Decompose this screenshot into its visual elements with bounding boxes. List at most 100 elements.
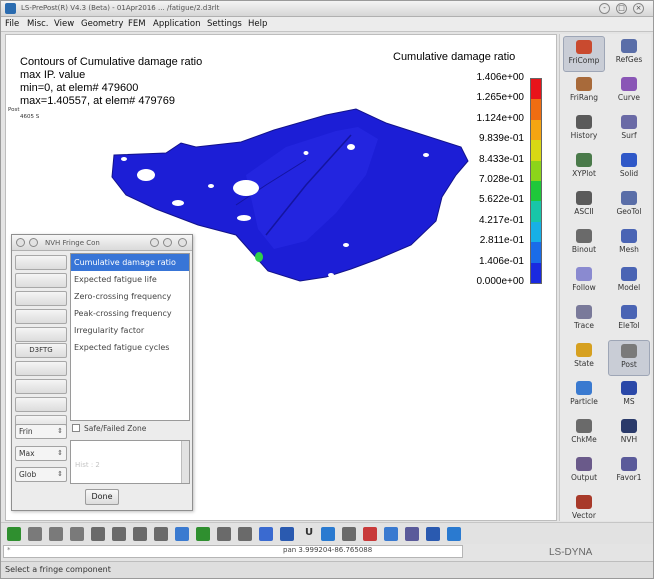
list-item[interactable]: Expected fatigue cycles — [71, 339, 189, 356]
legend-values: 1.406e+00 1.265e+00 1.124e+00 9.839e-01 … — [438, 72, 524, 297]
tool-button-label: RefGes — [615, 55, 643, 64]
tool-button-label: Mesh — [619, 245, 639, 254]
toolbar-tool-icon[interactable] — [175, 527, 189, 541]
glob-select[interactable]: Glob ⇕ — [15, 467, 67, 482]
menu-application[interactable]: Application — [153, 19, 201, 29]
tool-button-ascii[interactable]: ASCII — [563, 188, 605, 224]
toolbar-tool-icon[interactable] — [363, 527, 377, 541]
toolbar-tool-icon[interactable] — [384, 527, 398, 541]
fringe-component-list[interactable]: Cumulative damage ratio Expected fatigue… — [70, 253, 190, 421]
tool-button-frirang[interactable]: FriRang — [563, 74, 605, 110]
tool-button-output[interactable]: Output — [563, 454, 605, 490]
list-item[interactable]: Irregularity factor — [71, 322, 189, 339]
toolbar-tool-icon[interactable] — [196, 527, 210, 541]
toolbar-tool-icon[interactable] — [49, 527, 63, 541]
tool-button-solid[interactable]: Solid — [608, 150, 650, 186]
tool-button-label: History — [570, 131, 598, 140]
menu-view[interactable]: View — [54, 19, 74, 29]
tool-button-surf[interactable]: Surf — [608, 112, 650, 148]
dialog-close-icon[interactable] — [178, 238, 187, 247]
history-textarea[interactable]: Hist : 2 — [70, 440, 190, 484]
tool-button-refges[interactable]: RefGes — [608, 36, 650, 72]
toolbar-u-label[interactable]: U — [305, 527, 313, 538]
tool-button-follow[interactable]: Follow — [563, 264, 605, 300]
ms-icon — [621, 381, 637, 395]
toolbar-tool-icon[interactable] — [342, 527, 356, 541]
tool-button-nvh[interactable]: NVH — [608, 416, 650, 452]
tool-button-geotol[interactable]: GeoTol — [608, 188, 650, 224]
menu-misc[interactable]: Misc. — [27, 19, 49, 29]
toolbar-tool-icon[interactable] — [447, 527, 461, 541]
toolbar-tool-icon[interactable] — [154, 527, 168, 541]
list-item[interactable]: Zero-crossing frequency — [71, 288, 189, 305]
toolbar-tool-icon[interactable] — [321, 527, 335, 541]
menu-file[interactable]: File — [5, 19, 19, 29]
checkbox-box[interactable] — [72, 424, 80, 432]
side-button-2[interactable] — [15, 273, 67, 288]
menu-settings[interactable]: Settings — [207, 19, 242, 29]
tool-button-label: State — [574, 359, 594, 368]
toolbar-tool-icon[interactable] — [112, 527, 126, 541]
frin-select-value: Frin — [19, 427, 33, 436]
tool-button-mesh[interactable]: Mesh — [608, 226, 650, 262]
tool-button-history[interactable]: History — [563, 112, 605, 148]
tool-button-ms[interactable]: MS — [608, 378, 650, 414]
side-button-9[interactable] — [15, 397, 67, 412]
toolbar-tool-icon[interactable] — [70, 527, 84, 541]
tool-button-binout[interactable]: Binout — [563, 226, 605, 262]
frin-select[interactable]: Frin ⇕ — [15, 424, 67, 439]
dialog-maximize-icon[interactable] — [163, 238, 172, 247]
tool-button-fricomp[interactable]: FriComp — [563, 36, 605, 72]
tool-button-post[interactable]: Post — [608, 340, 650, 376]
tool-button-label: Binout — [571, 245, 597, 254]
tool-button-eletol[interactable]: EleTol — [608, 302, 650, 338]
follow-icon — [576, 267, 592, 281]
toolbar-tool-icon[interactable] — [7, 527, 21, 541]
toolbar-tool-icon[interactable] — [28, 527, 42, 541]
tool-button-label: Follow — [572, 283, 596, 292]
maximize-button[interactable]: □ — [616, 3, 627, 14]
tool-button-xyplot[interactable]: XYPlot — [563, 150, 605, 186]
side-button-3[interactable] — [15, 291, 67, 306]
list-item[interactable]: Cumulative damage ratio — [71, 254, 189, 271]
toolbar-tool-icon[interactable] — [259, 527, 273, 541]
side-button-4[interactable] — [15, 309, 67, 324]
toolbar-tool-icon[interactable] — [405, 527, 419, 541]
legend-color-swatch — [531, 181, 541, 202]
done-button[interactable]: Done — [85, 489, 119, 505]
toolbar-tool-icon[interactable] — [91, 527, 105, 541]
menu-fem[interactable]: FEM — [128, 19, 146, 29]
ref-geometry-icon — [621, 39, 637, 53]
tool-button-chkme[interactable]: ChkMe — [563, 416, 605, 452]
side-button-7[interactable] — [15, 361, 67, 376]
tool-button-curve[interactable]: Curve — [608, 74, 650, 110]
dialog-pin-icon[interactable] — [29, 238, 38, 247]
list-item[interactable]: Peak-crossing frequency — [71, 305, 189, 322]
list-item[interactable]: Expected fatigue life — [71, 271, 189, 288]
toolbar-tool-icon[interactable] — [133, 527, 147, 541]
side-button-8[interactable] — [15, 379, 67, 394]
tool-button-state[interactable]: State — [563, 340, 605, 376]
menu-geometry[interactable]: Geometry — [81, 19, 123, 29]
toolbar-tool-icon[interactable] — [426, 527, 440, 541]
status-text: Select a fringe component — [5, 565, 111, 574]
dialog-minimize-icon[interactable] — [150, 238, 159, 247]
toolbar-tool-icon[interactable] — [217, 527, 231, 541]
toolbar-tool-icon[interactable] — [280, 527, 294, 541]
menu-help[interactable]: Help — [248, 19, 267, 29]
max-select[interactable]: Max ⇕ — [15, 446, 67, 461]
textarea-scrollbar[interactable] — [181, 441, 189, 483]
dialog-menu-icon[interactable] — [16, 238, 25, 247]
toolbar-tool-icon[interactable] — [238, 527, 252, 541]
side-button-1[interactable] — [15, 255, 67, 270]
d3ftg-button[interactable]: D3FTG — [15, 343, 67, 358]
tool-button-favor1[interactable]: Favor1 — [608, 454, 650, 490]
command-input[interactable]: * — [3, 545, 463, 558]
tool-button-particle[interactable]: Particle — [563, 378, 605, 414]
safe-failed-zone-checkbox[interactable]: Safe/Failed Zone — [72, 424, 146, 433]
minimize-button[interactable]: - — [599, 3, 610, 14]
close-button[interactable]: × — [633, 3, 644, 14]
side-button-5[interactable] — [15, 327, 67, 342]
tool-button-model[interactable]: Model — [608, 264, 650, 300]
tool-button-trace[interactable]: Trace — [563, 302, 605, 338]
